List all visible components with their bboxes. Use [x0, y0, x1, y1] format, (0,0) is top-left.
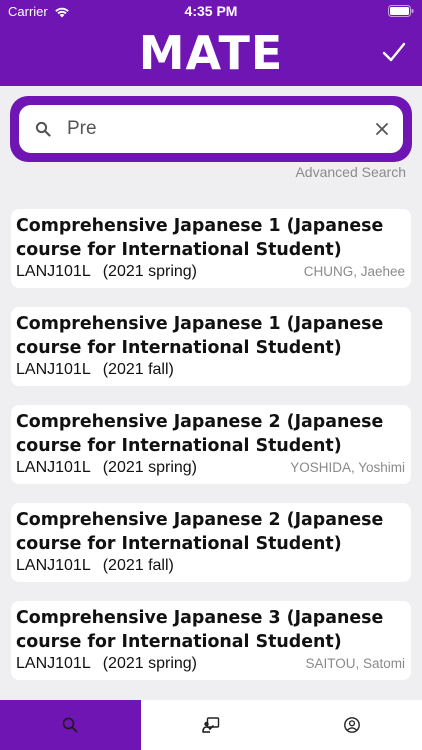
course-term: (2021 spring) [102, 459, 197, 476]
course-instructor: YOSHIDA, Yoshimi [290, 460, 405, 475]
course-instructor: CHUNG, Jaehee [303, 264, 405, 279]
search-box[interactable] [19, 105, 403, 153]
course-meta: LANJ101L (2021 spring) [16, 655, 197, 673]
status-bar: Carrier 4:35 PM [0, 0, 422, 22]
course-code: LANJ101L [16, 263, 91, 280]
course-card[interactable]: Comprehensive Japanese 1 (Japanese cours… [11, 209, 411, 288]
search-icon [63, 717, 78, 733]
course-code: LANJ101L [16, 557, 91, 574]
tab-teacher[interactable] [141, 700, 282, 750]
search-frame [10, 96, 412, 162]
course-card[interactable]: Comprehensive Japanese 1 (Japanese cours… [11, 307, 411, 386]
tab-profile[interactable] [281, 700, 422, 750]
checkmark-icon[interactable] [380, 38, 408, 66]
course-instructor: SAITOU, Satomi [305, 656, 405, 671]
course-meta: LANJ101L (2021 spring) [16, 459, 197, 477]
course-title: Comprehensive Japanese 1 (Japanese cours… [16, 314, 384, 358]
course-meta: LANJ101L (2021 spring) [16, 263, 197, 281]
battery-icon [388, 5, 414, 17]
course-term: (2021 fall) [102, 557, 174, 574]
course-list: Comprehensive Japanese 1 (Japanese cours… [11, 209, 411, 699]
course-title: Comprehensive Japanese 1 (Japanese cours… [16, 216, 384, 260]
course-code: LANJ101L [16, 361, 91, 378]
course-meta: LANJ101L (2021 fall) [16, 557, 174, 575]
advanced-search-link[interactable]: Advanced Search [295, 164, 406, 180]
tab-bar [0, 700, 422, 750]
teacher-board-icon [202, 717, 220, 733]
course-meta: LANJ101L (2021 fall) [16, 361, 174, 379]
search-input[interactable] [67, 113, 357, 145]
course-title: Comprehensive Japanese 2 (Japanese cours… [16, 510, 384, 554]
course-card[interactable]: Comprehensive Japanese 3 (Japanese cours… [11, 601, 411, 680]
status-time: 4:35 PM [184, 3, 238, 19]
clear-icon[interactable] [375, 122, 389, 136]
course-code: LANJ101L [16, 459, 91, 476]
header-bar: Carrier 4:35 PM MATE [0, 0, 422, 86]
course-term: (2021 spring) [102, 655, 197, 672]
app-title: MATE [138, 26, 284, 80]
course-code: LANJ101L [16, 655, 91, 672]
profile-icon [343, 717, 360, 733]
course-term: (2021 fall) [102, 361, 174, 378]
course-title: Comprehensive Japanese 3 (Japanese cours… [16, 608, 384, 652]
course-term: (2021 spring) [102, 263, 197, 280]
course-title: Comprehensive Japanese 2 (Japanese cours… [16, 412, 384, 456]
course-card[interactable]: Comprehensive Japanese 2 (Japanese cours… [11, 405, 411, 484]
search-icon [35, 121, 51, 137]
tab-search[interactable] [0, 700, 141, 750]
course-card[interactable]: Comprehensive Japanese 2 (Japanese cours… [11, 503, 411, 582]
